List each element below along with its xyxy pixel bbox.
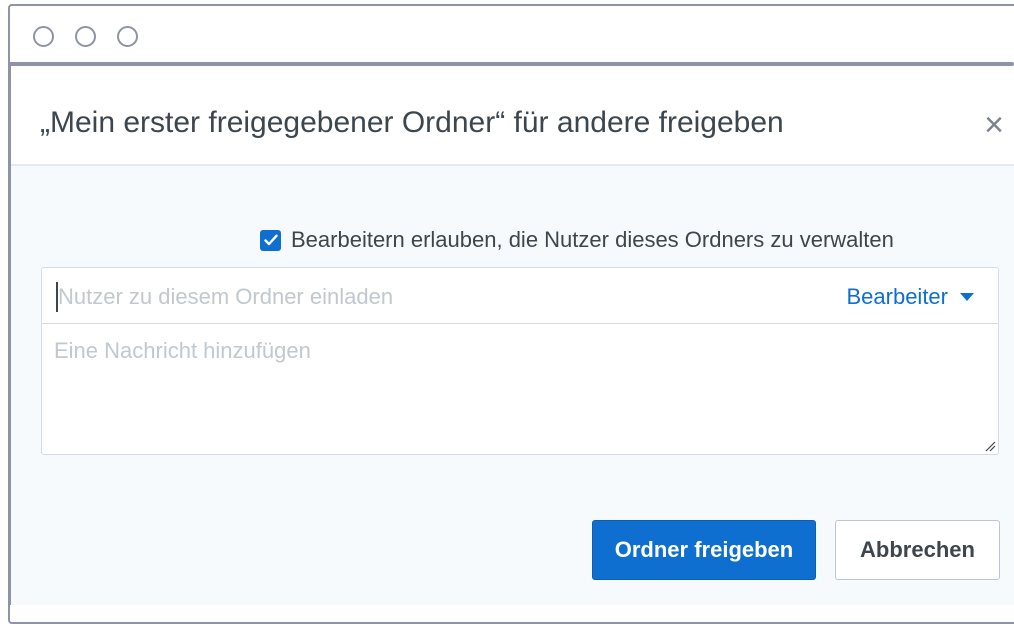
window-maximize-dot[interactable]: [117, 26, 138, 47]
role-dropdown[interactable]: Bearbeiter: [846, 284, 974, 310]
invite-form: Nutzer zu diesem Ordner einladen Bearbei…: [41, 267, 999, 455]
cancel-button[interactable]: Abbrechen: [835, 520, 1000, 580]
dialog-title: „Mein erster freigegebener Ordner“ für a…: [40, 106, 784, 139]
permission-label: Bearbeitern erlauben, die Nutzer dieses …: [291, 227, 894, 252]
checkbox-checked-icon[interactable]: [260, 229, 281, 251]
share-folder-dialog: „Mein erster freigegebener Ordner“ für a…: [11, 66, 1014, 605]
window-titlebar: [8, 4, 1014, 64]
manage-users-permission[interactable]: Bearbeitern erlauben, die Nutzer dieses …: [260, 226, 894, 254]
resize-handle-icon[interactable]: [984, 440, 996, 452]
invite-placeholder: Nutzer zu diesem Ordner einladen: [58, 284, 394, 309]
caret-down-icon: [960, 293, 974, 301]
close-icon[interactable]: ×: [981, 108, 1007, 142]
share-folder-button[interactable]: Ordner freigeben: [592, 520, 816, 580]
invite-users-input[interactable]: Nutzer zu diesem Ordner einladen Bearbei…: [42, 268, 998, 324]
window-minimize-dot[interactable]: [75, 26, 96, 47]
role-dropdown-label: Bearbeiter: [846, 284, 948, 309]
dialog-header: „Mein erster freigegebener Ordner“ für a…: [11, 66, 1014, 166]
window-close-dot[interactable]: [33, 26, 54, 47]
message-textarea[interactable]: Eine Nachricht hinzufügen: [54, 338, 311, 364]
